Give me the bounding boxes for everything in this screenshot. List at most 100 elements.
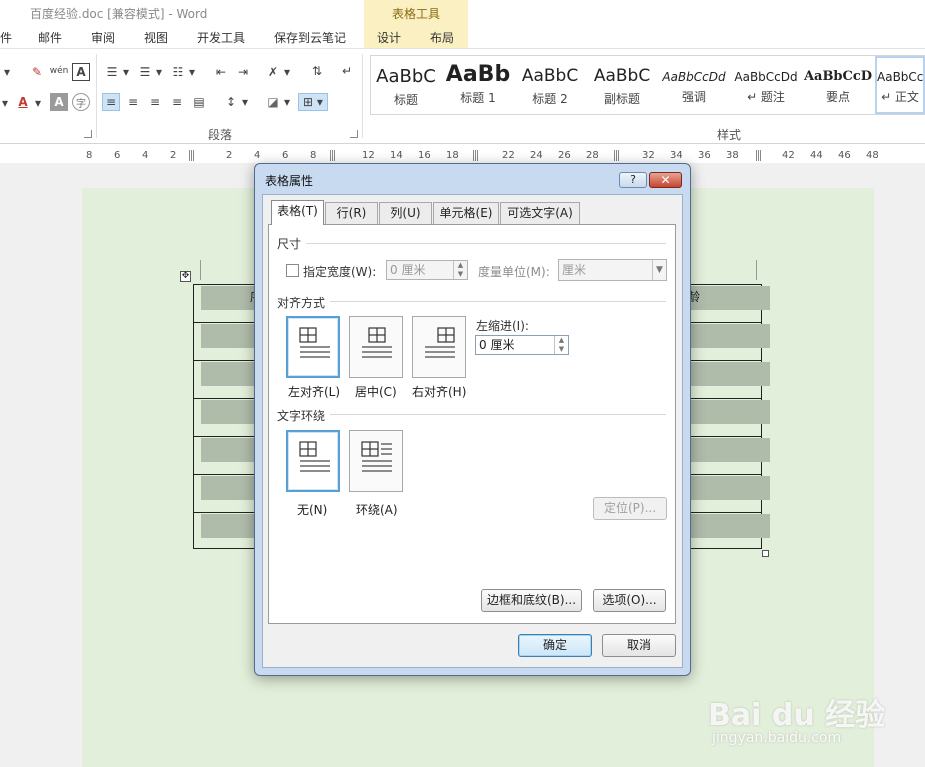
tab-row[interactable]: 行(R) [325, 202, 378, 224]
tab-developer[interactable]: 开发工具 [197, 29, 245, 46]
spin-up-icon[interactable]: ▲ [454, 261, 467, 270]
tab-save-cloud-note[interactable]: 保存到云笔记 [274, 29, 346, 46]
show-formatting-marks-icon[interactable]: ↵ [338, 62, 356, 80]
clear-format-icon[interactable]: ✎ [28, 63, 46, 81]
asian-layout-icon[interactable]: ✗ [264, 63, 282, 81]
tab-cell[interactable]: 单元格(E) [433, 202, 499, 224]
preferred-width-label: 指定宽度(W): [303, 265, 377, 279]
align-left-icon[interactable]: ≡ [102, 93, 120, 111]
borders-and-shading-button[interactable]: 边框和底纹(B)... [481, 589, 582, 612]
cell-shading [201, 438, 261, 462]
spin-buttons[interactable]: ▲ ▼ [554, 336, 568, 354]
wrap-around-option[interactable] [349, 430, 403, 492]
borders-icon[interactable]: ⊞ ▾ [298, 93, 328, 111]
sort-icon[interactable]: ⇅ [308, 62, 326, 80]
bullets-icon[interactable]: ☰ [103, 63, 121, 81]
dropdown-arrow-icon[interactable]: ▾ [154, 63, 164, 81]
wrap-around-label: 环绕(A) [356, 503, 398, 517]
ruler-number: 28 [586, 150, 599, 161]
ruler-number: 48 [866, 150, 879, 161]
paragraph-dialog-launcher-icon[interactable] [350, 130, 358, 138]
spin-down-icon[interactable]: ▼ [454, 270, 467, 279]
measure-in-label: 度量单位(M): [478, 265, 550, 279]
close-button[interactable]: ✕ [649, 172, 682, 188]
spin-up-icon[interactable]: ▲ [555, 336, 568, 345]
dropdown-arrow-icon[interactable]: ▾ [0, 63, 14, 81]
enclose-characters-icon[interactable]: 字 [72, 93, 90, 111]
style-name: ↵ 正文 [881, 90, 919, 104]
dropdown-arrow-icon[interactable]: ▾ [0, 94, 10, 112]
style-heading-1[interactable]: AaBb 标题 1 [443, 56, 513, 114]
phonetic-guide-icon[interactable]: wén [50, 62, 69, 80]
ruler-column-marker[interactable] [756, 150, 762, 161]
measure-in-value: 厘米 [562, 263, 587, 277]
preferred-width-input[interactable]: 0 厘米 ▲ ▼ [386, 260, 468, 280]
measure-in-select[interactable]: 厘米 ▼ [558, 259, 667, 281]
tab-column[interactable]: 列(U) [379, 202, 432, 224]
dropdown-arrow-icon[interactable]: ▾ [187, 63, 197, 81]
align-center-option[interactable] [349, 316, 403, 378]
decrease-indent-icon[interactable]: ⇤ [212, 63, 230, 81]
dropdown-arrow-icon[interactable]: ▾ [282, 93, 292, 111]
ruler-column-marker[interactable] [473, 150, 479, 161]
table-resize-handle-icon[interactable] [762, 550, 769, 557]
cell-shading [201, 514, 261, 538]
tab-file-partial[interactable]: 件 [0, 29, 12, 46]
align-right-icon[interactable]: ≡ [146, 93, 164, 111]
options-button[interactable]: 选项(O)... [593, 589, 666, 612]
style-emphasis[interactable]: AaBbCcDd 强调 [659, 56, 729, 114]
dropdown-arrow-icon[interactable]: ▾ [240, 93, 250, 111]
tab-table[interactable]: 表格(T) [271, 200, 324, 225]
ruler-column-marker[interactable] [614, 150, 620, 161]
table-move-handle-icon[interactable]: ✥ [180, 271, 191, 282]
cancel-button[interactable]: 取消 [602, 634, 676, 657]
align-center-table-icon [362, 327, 392, 358]
font-color-icon[interactable]: A [14, 93, 32, 111]
distributed-icon[interactable]: ▤ [190, 93, 208, 111]
chevron-down-icon[interactable]: ▼ [652, 260, 666, 280]
dropdown-arrow-icon[interactable]: ▾ [282, 63, 292, 81]
line-spacing-icon[interactable]: ↕ [222, 93, 240, 111]
align-right-option[interactable] [412, 316, 466, 378]
ruler-column-marker[interactable] [189, 150, 195, 161]
style-subtitle[interactable]: AaBbC 副标题 [587, 56, 657, 114]
align-center-icon[interactable]: ≡ [124, 93, 142, 111]
style-caption[interactable]: AaBbCcDd ↵ 题注 [731, 56, 801, 114]
ruler-number: 2 [170, 150, 177, 161]
style-key-point[interactable]: AaBbCcD 要点 [803, 56, 873, 114]
indent-input[interactable]: 0 厘米 ▲ ▼ [475, 335, 569, 355]
ok-button[interactable]: 确定 [518, 634, 592, 657]
tab-mailings[interactable]: 邮件 [38, 29, 62, 46]
align-left-option[interactable] [286, 316, 340, 378]
tab-table-design[interactable]: 设计 [377, 29, 401, 46]
justify-icon[interactable]: ≡ [168, 93, 186, 111]
preferred-width-checkbox[interactable] [286, 264, 299, 277]
spin-down-icon[interactable]: ▼ [555, 345, 568, 354]
tab-table-layout[interactable]: 布局 [430, 29, 454, 46]
align-center-label: 居中(C) [355, 385, 397, 399]
style-heading-2[interactable]: AaBbC 标题 2 [515, 56, 585, 114]
cell-shading [688, 476, 770, 500]
character-shading-icon[interactable]: A [50, 93, 68, 111]
dropdown-arrow-icon[interactable]: ▾ [121, 63, 131, 81]
wrap-none-option[interactable] [286, 430, 340, 492]
dialog-title: 表格属性 [265, 174, 314, 188]
increase-indent-icon[interactable]: ⇥ [234, 63, 252, 81]
numbering-icon[interactable]: ☰ [136, 63, 154, 81]
dropdown-arrow-icon[interactable]: ▾ [33, 94, 43, 112]
spin-buttons[interactable]: ▲ ▼ [453, 261, 467, 279]
shading-bucket-icon[interactable]: ◪ [264, 93, 282, 111]
tab-view[interactable]: 视图 [144, 29, 168, 46]
font-dialog-launcher-icon[interactable] [84, 130, 92, 138]
baidu-jingyan-watermark-logo: Bai du 经验 [708, 698, 886, 733]
multilevel-list-icon[interactable]: ☷ [169, 63, 187, 81]
positioning-button[interactable]: 定位(P)... [593, 497, 667, 520]
tab-review[interactable]: 审阅 [91, 29, 115, 46]
help-button[interactable]: ? [619, 172, 647, 188]
text-wrapping-section-label: 文字环绕 [277, 409, 326, 423]
style-title[interactable]: AaBbC 标题 [371, 56, 441, 114]
character-border-icon[interactable]: A [72, 63, 90, 81]
tab-alt-text[interactable]: 可选文字(A) [500, 202, 580, 224]
style-normal[interactable]: AaBbCcI ↵ 正文 [875, 56, 925, 114]
ruler-column-marker[interactable] [330, 150, 336, 161]
